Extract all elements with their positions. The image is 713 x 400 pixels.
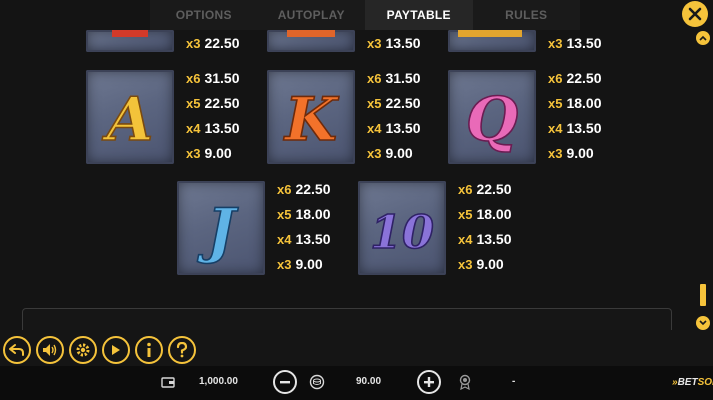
autoplay-button[interactable]	[102, 336, 130, 364]
symbol-tile-partial	[267, 30, 355, 52]
award-icon	[453, 370, 477, 394]
payout-list-j: x6 22.50 x5 18.00 x4 13.50 x3 9.00	[277, 181, 331, 272]
decrease-bet-button[interactable]	[273, 370, 297, 394]
info-button[interactable]	[135, 336, 163, 364]
tab-bar: OPTIONS AUTOPLAY PAYTABLE RULES	[150, 0, 580, 30]
payout-list-q: x6 22.50 x5 18.00 x4 13.50 x3 9.00	[548, 70, 602, 161]
paytable-content: x3 22.50 x3 13.50 x3 13.50 A x6 31.50 x5 22.5…	[0, 30, 690, 300]
symbol-letter-k: K	[283, 85, 340, 155]
symbol-tile-a: A	[86, 70, 174, 164]
settings-icon	[76, 343, 90, 357]
chevron-up-icon	[699, 35, 707, 41]
coins-icon	[305, 370, 329, 394]
payout-list-a: x6 31.50 x5 22.50 x4 13.50 x3 9.00	[186, 70, 240, 161]
symbol-tile-partial	[86, 30, 174, 52]
autoplay-icon	[112, 345, 120, 355]
help-icon	[176, 342, 188, 358]
scroll-down-button[interactable]	[696, 316, 710, 330]
sound-button[interactable]	[36, 336, 64, 364]
symbol-tile-10: 10	[358, 181, 446, 275]
close-button[interactable]	[682, 1, 708, 27]
help-button[interactable]	[168, 336, 196, 364]
plus-icon	[424, 377, 434, 387]
minus-icon	[280, 381, 290, 384]
back-button[interactable]	[3, 336, 31, 364]
symbol-tile-k: K	[267, 70, 355, 164]
symbol-tile-q: Q	[448, 70, 536, 164]
close-icon	[688, 7, 702, 21]
payout-list-partial: x3 13.50	[548, 35, 602, 51]
tab-options[interactable]: OPTIONS	[150, 0, 258, 30]
chevron-down-icon	[699, 320, 707, 326]
payout-list-partial: x3 22.50	[186, 35, 240, 51]
symbol-tile-j: J	[177, 181, 265, 275]
payout-list-k: x6 31.50 x5 22.50 x4 13.50 x3 9.00	[367, 70, 421, 161]
symbol-letter-10: 10	[370, 205, 434, 259]
scrollbar-thumb[interactable]	[700, 284, 706, 306]
settings-button[interactable]	[69, 336, 97, 364]
payout-list-partial: x3 13.50	[367, 35, 421, 51]
tab-rules[interactable]: RULES	[472, 0, 580, 30]
sound-icon	[43, 344, 57, 356]
symbol-letter-j: J	[197, 196, 239, 266]
win-value: -	[512, 376, 516, 387]
symbol-letter-q: Q	[466, 85, 518, 155]
tab-paytable[interactable]: PAYTABLE	[365, 0, 473, 30]
betsoft-logo: »BETSOFT	[672, 377, 713, 388]
increase-bet-button[interactable]	[417, 370, 441, 394]
bet-value: 90.00	[356, 376, 382, 387]
info-icon	[147, 342, 151, 357]
wallet-icon	[156, 370, 180, 394]
scroll-up-button[interactable]	[696, 31, 710, 45]
balance-value: 1,000.00	[199, 376, 238, 387]
payout-list-10: x6 22.50 x5 18.00 x4 13.50 x3 9.00	[458, 181, 512, 272]
tab-autoplay[interactable]: AUTOPLAY	[257, 0, 365, 30]
symbol-tile-partial	[448, 30, 536, 52]
symbol-letter-a: A	[102, 85, 154, 155]
back-icon	[9, 344, 24, 356]
